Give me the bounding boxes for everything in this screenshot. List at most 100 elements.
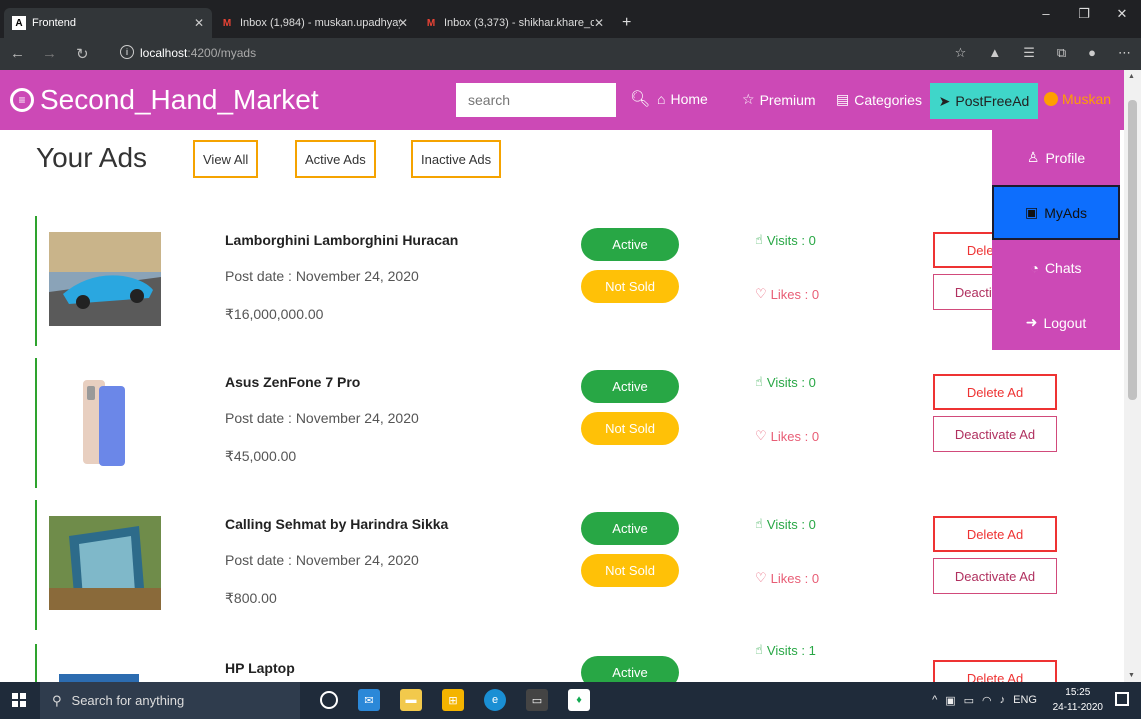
sold-badge: Not Sold [581,412,679,445]
menu-item-myads[interactable]: ▣ MyAds [992,185,1120,240]
favorite-icon[interactable]: ☆ [955,45,967,61]
ad-row: Calling Sehmat by Harindra Sikka Post da… [35,500,1120,630]
close-icon[interactable]: ✕ [398,16,408,30]
active-ads-button[interactable]: Active Ads [295,140,376,178]
windows-start-icon[interactable] [12,693,26,707]
tab-gmail-2[interactable]: M Inbox (3,373) - shikhar.khare_cs1 ✕ [416,8,612,38]
file-explorer-icon[interactable]: ▬ [400,689,422,711]
heart-icon: ♡ [755,286,767,301]
close-icon[interactable]: ✕ [594,16,604,30]
ad-image-laptop[interactable] [49,660,161,682]
collections-icon[interactable]: ⧉ [1057,45,1066,61]
user-menu[interactable]: Muskan [1044,91,1111,107]
angular-icon: A [12,16,26,30]
back-icon[interactable]: ← [10,45,25,62]
url-field[interactable]: i localhost:4200/myads [120,45,256,60]
post-free-ad-button[interactable]: ➤ PostFreeAd [930,83,1038,119]
search-icon[interactable]: 🔍︎ [630,89,650,109]
more-icon[interactable]: ⋯ [1118,45,1131,61]
wifi-icon[interactable]: ◠ [982,694,992,707]
heart-icon: ♡ [755,570,767,585]
new-tab-button[interactable]: + [614,8,639,38]
toolbar-icons: ☆ ▲ ☰ ⧉ ● ⋯ [955,45,1131,61]
menu-item-label: Logout [1043,314,1087,331]
visits-count: ☝ Visits : 1 [755,644,816,658]
restore-button[interactable]: ❐ [1065,6,1103,22]
favorites-list-icon[interactable]: ☰ [1023,45,1035,61]
deactivate-ad-button[interactable]: Deactivate Ad [933,416,1057,452]
menu-item-logout[interactable]: ➜ Logout [992,295,1120,350]
ad-title[interactable]: Calling Sehmat by Harindra Sikka [225,516,448,532]
plus-icon: + [622,14,632,31]
clock-date: 24-11-2020 [1052,702,1103,713]
sold-badge: Not Sold [581,554,679,587]
window-controls: – ❐ ✕ [1027,6,1141,22]
ad-title[interactable]: Asus ZenFone 7 Pro [225,374,360,390]
menu-item-chats[interactable]: ◔ Chats [992,240,1120,295]
likes-count: ♡ Likes : 0 [755,570,819,586]
scrollbar-thumb[interactable] [1128,100,1137,400]
mail-icon[interactable]: ✉ [358,689,380,711]
chevron-up-icon[interactable]: ^ [932,694,937,707]
deactivate-ad-button[interactable]: Deactivate Ad [933,558,1057,594]
scroll-down-icon[interactable]: ▼ [1128,672,1135,679]
close-icon[interactable]: ✕ [194,16,204,30]
taskbar-search-placeholder: Search for anything [71,693,185,708]
inactive-ads-button[interactable]: Inactive Ads [411,140,502,178]
clock[interactable]: 15:25 24-11-2020 [1053,685,1103,715]
nav-home[interactable]: ⌂ Home [657,91,708,107]
nav-premium[interactable]: ☆ Premium [742,91,816,108]
close-window-button[interactable]: ✕ [1103,6,1141,22]
taskbar-search[interactable]: ⚲ Search for anything [40,682,300,719]
globe-icon: ≡ [10,88,34,112]
ad-image-phone[interactable] [49,374,161,468]
delete-ad-button[interactable]: Delete Ad [933,374,1057,410]
page-scrollbar[interactable]: ▲ ▼ [1124,70,1141,682]
visits-label: Visits : 0 [766,232,816,248]
likes-label: Likes : 0 [770,286,820,302]
ad-title[interactable]: Lamborghini Lamborghini Huracan [225,232,458,248]
forward-icon[interactable]: → [42,45,57,62]
notification-icon[interactable] [1115,692,1129,706]
minimize-button[interactable]: – [1027,6,1065,22]
hand-icon: ☝ [755,516,763,531]
tab-frontend[interactable]: A Frontend ✕ [4,8,212,38]
hand-icon: ☝ [755,232,763,247]
view-all-button[interactable]: View All [193,140,259,178]
delete-ad-button[interactable]: Delete Ad [933,516,1057,552]
home-icon: ⌂ [657,91,666,107]
battery-icon[interactable]: ▭ [964,694,974,707]
info-icon[interactable]: i [120,45,134,59]
brand-logo[interactable]: ≡ Second_Hand_Market [10,84,319,116]
edge-icon[interactable]: e [484,689,506,711]
hand-icon: ☝ [755,644,763,657]
likes-count: ♡ Likes : 0 [755,286,819,302]
likes-label: Likes : 0 [770,428,820,444]
scroll-up-icon[interactable]: ▲ [1128,73,1135,80]
language-indicator[interactable]: ENG [1013,694,1037,707]
profile-icon[interactable]: ● [1088,45,1096,61]
refresh-icon[interactable]: ↻ [76,45,89,63]
menu-item-profile[interactable]: ♙ Profile [992,130,1120,185]
windows-taskbar: ⚲ Search for anything ✉ ▬ ⊞ e ▭ ♦ ^ ▣ ▭ … [0,682,1141,719]
ad-image-car[interactable] [49,232,161,326]
ad-title[interactable]: HP Laptop [225,660,295,676]
cortana-icon[interactable] [320,691,338,709]
delete-ad-button[interactable]: Delete Ad [933,660,1057,682]
mongodb-icon[interactable]: ♦ [568,689,590,711]
ad-image-book[interactable] [49,516,161,610]
status-badge: Active [581,512,679,545]
status-badge: Active [581,228,679,261]
volume-icon[interactable]: ♪ [1000,694,1006,707]
tray-app-icon[interactable]: ▣ [945,694,955,707]
extension-icon[interactable]: ▲ [988,45,1001,61]
ad-date: Post date : November 24, 2020 [225,268,419,284]
nav-categories[interactable]: ▤ Categories [836,91,922,108]
tab-title: Inbox (1,984) - muskan.upadhyay [240,17,400,29]
gmail-icon: M [426,17,436,29]
search-input[interactable] [456,83,616,117]
tab-gmail-1[interactable]: M Inbox (1,984) - muskan.upadhyay ✕ [212,8,416,38]
store-icon[interactable]: ⊞ [442,689,464,711]
terminal-icon[interactable]: ▭ [526,689,548,711]
hand-icon: ☝ [755,374,763,389]
